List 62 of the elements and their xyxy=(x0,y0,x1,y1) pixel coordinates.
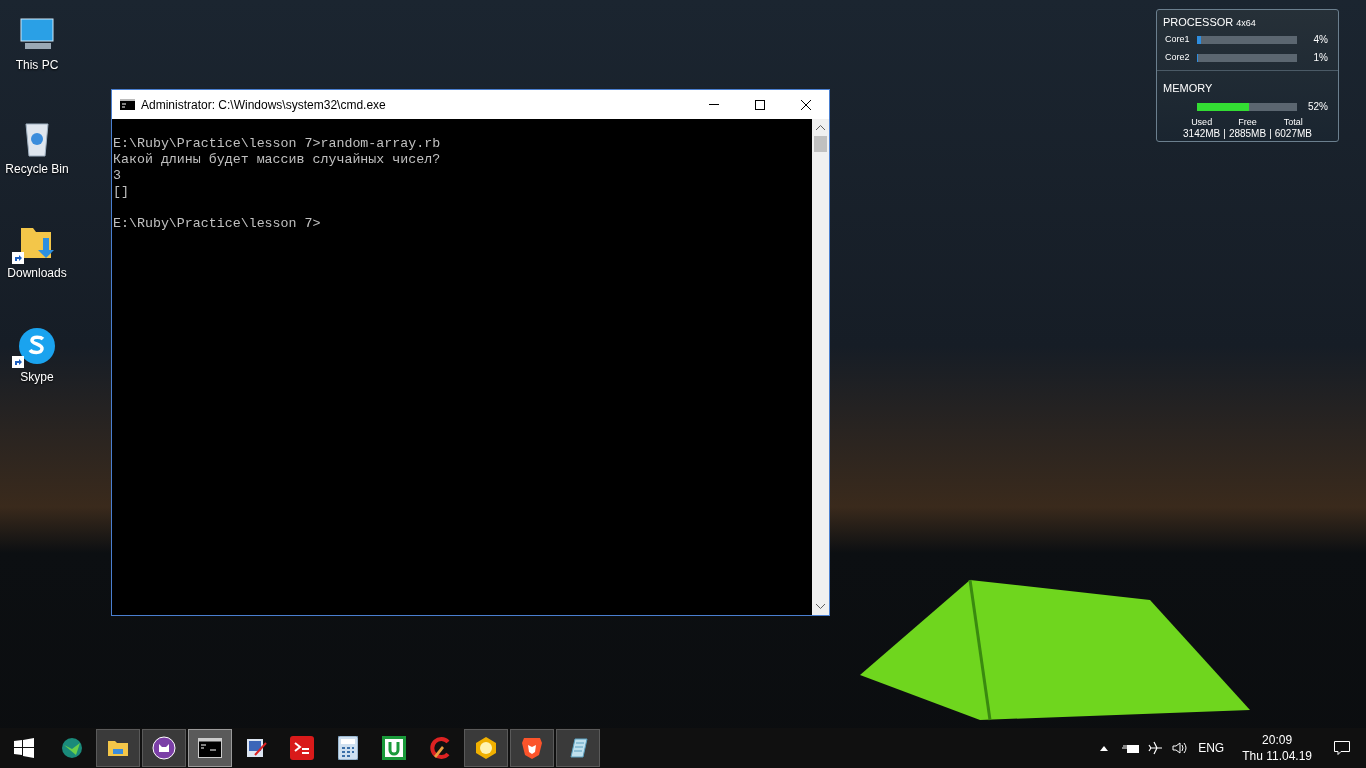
processor-type: 4x64 xyxy=(1236,17,1256,30)
close-icon xyxy=(801,99,811,110)
lion-shield-icon xyxy=(521,736,543,760)
speaker-icon[interactable] xyxy=(1172,741,1189,755)
stat-value: 6027MB xyxy=(1274,127,1312,139)
core-label: Core1 xyxy=(1165,32,1191,46)
airplane-icon[interactable] xyxy=(1148,740,1165,756)
windows-logo-icon xyxy=(14,738,34,758)
console-line: [] xyxy=(113,184,130,200)
coin-icon xyxy=(474,736,498,760)
stat-value: 2885MB xyxy=(1228,127,1267,139)
stat-label: Used xyxy=(1191,116,1213,128)
stat-value: 3142MB xyxy=(1183,127,1221,139)
desktop-icon-label: This PC xyxy=(15,58,59,73)
torrent-icon xyxy=(382,736,406,760)
memory-title: MEMORY xyxy=(1163,81,1213,94)
stat-separator: | xyxy=(1223,127,1226,139)
taskbar-app-button[interactable] xyxy=(96,729,140,767)
battery-plug-icon[interactable] xyxy=(1122,742,1141,754)
core-percent: 4% xyxy=(1313,33,1328,47)
stat-label: Free xyxy=(1238,116,1257,128)
stat-label: Total xyxy=(1283,116,1303,128)
console-line: Какой длины будет массив случайных чисел? xyxy=(113,152,442,168)
taskbar-app-button[interactable] xyxy=(556,729,600,767)
stat-separator: | xyxy=(1269,127,1272,139)
core-percent: 1% xyxy=(1313,51,1328,65)
clock[interactable]: 20:09 Thu 11.04.19 xyxy=(1236,732,1318,764)
window-title: Administrator: C:\Windows\system32\cmd.exe xyxy=(141,96,387,114)
console-icon xyxy=(120,99,135,110)
skype-logo-icon xyxy=(17,326,57,366)
console-line: E:\Ruby\Practice\lesson 7>random-array.rb xyxy=(113,136,442,152)
speech-bubble-icon xyxy=(1334,740,1350,756)
taskbar-app-button[interactable] xyxy=(142,729,186,767)
taskbar-app-button[interactable] xyxy=(510,729,554,767)
image-editor-icon xyxy=(245,737,267,759)
desktop-icon-label: Downloads xyxy=(7,266,67,281)
core-label: Core2 xyxy=(1165,50,1191,64)
console-line: E:\Ruby\Practice\lesson 7> xyxy=(113,216,322,232)
maximize-icon xyxy=(755,99,765,110)
scrollbar[interactable] xyxy=(812,119,829,615)
memory-percent: 52% xyxy=(1308,100,1328,114)
scroll-up-icon[interactable] xyxy=(816,125,825,130)
processor-title: PROCESSOR xyxy=(1163,15,1234,30)
notepad-icon xyxy=(567,737,589,759)
console-line: 3 xyxy=(113,168,122,184)
chevron-up-icon[interactable] xyxy=(1100,745,1109,751)
desktop-icon[interactable]: Downloads xyxy=(0,214,74,304)
desktop-icon-label: Skype xyxy=(20,370,54,385)
minimize-icon xyxy=(709,104,719,105)
desktop-icon[interactable]: Recycle Bin xyxy=(0,110,74,200)
scrollbar-thumb[interactable] xyxy=(814,136,827,152)
terminal-icon xyxy=(198,738,222,758)
scroll-down-icon[interactable] xyxy=(816,604,825,609)
taskbar-app-button[interactable] xyxy=(464,729,508,767)
desktop-icon[interactable]: Skype xyxy=(0,318,74,408)
language-indicator[interactable]: ENG xyxy=(1198,739,1225,757)
desktop-icon-label: Recycle Bin xyxy=(5,162,69,177)
taskbar-app-button[interactable] xyxy=(188,729,232,767)
prompt-icon xyxy=(290,736,314,760)
cleaner-icon xyxy=(428,736,452,760)
desktop-icon[interactable]: This PC xyxy=(0,6,74,96)
calculator-icon xyxy=(338,736,358,760)
